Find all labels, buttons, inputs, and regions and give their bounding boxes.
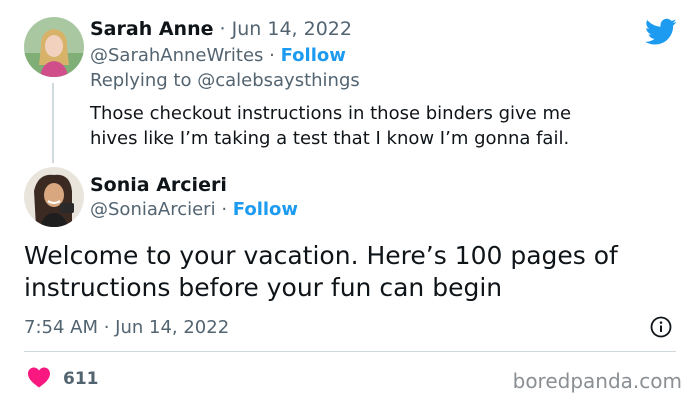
tweet1-separator: · [219,18,226,40]
tweet2-handle-separator: · [221,199,228,220]
divider [24,351,676,352]
like-count: 611 [63,369,99,389]
avatar-image [24,17,84,77]
tweet1-replying-to: Replying to @calebsaysthings [90,70,360,91]
tweet2-author-name[interactable]: Sonia Arcieri [90,174,227,196]
replying-to-handle[interactable]: @calebsaysthings [197,70,360,91]
replying-prefix: Replying to [90,70,192,91]
twitter-bird-icon[interactable] [645,18,677,46]
tweet1-header: Sarah Anne · Jun 14, 2022 [90,18,352,40]
watermark: boredpanda.com [512,369,682,393]
tweet2-handle-row: @SoniaArcieri · Follow [90,199,298,220]
avatar-image [24,167,84,227]
thread-connector-line [52,83,54,163]
tweet1-text: Those checkout instructions in those bin… [90,103,572,149]
avatar-sarah-anne[interactable] [24,17,84,77]
tweet2-handle[interactable]: @SoniaArcieri [90,199,216,220]
tweet1-handle-separator: · [269,45,275,66]
heart-icon[interactable] [27,366,51,388]
tweet1-handle-row: @SarahAnneWrites · Follow [90,45,346,66]
tweet2-timestamp[interactable]: 7:54 AM · Jun 14, 2022 [24,317,229,338]
tweet1-handle[interactable]: @SarahAnneWrites [90,45,263,66]
avatar-sonia-arcieri[interactable] [24,167,84,227]
tweet1-author-name[interactable]: Sarah Anne [90,18,213,40]
tweet2-text: Welcome to your vacation. Here’s 100 pag… [24,241,618,302]
tweet2-follow-button[interactable]: Follow [233,199,298,220]
tweet1-follow-button[interactable]: Follow [281,45,346,66]
info-icon[interactable] [650,316,672,338]
tweet1-date[interactable]: Jun 14, 2022 [232,18,352,40]
